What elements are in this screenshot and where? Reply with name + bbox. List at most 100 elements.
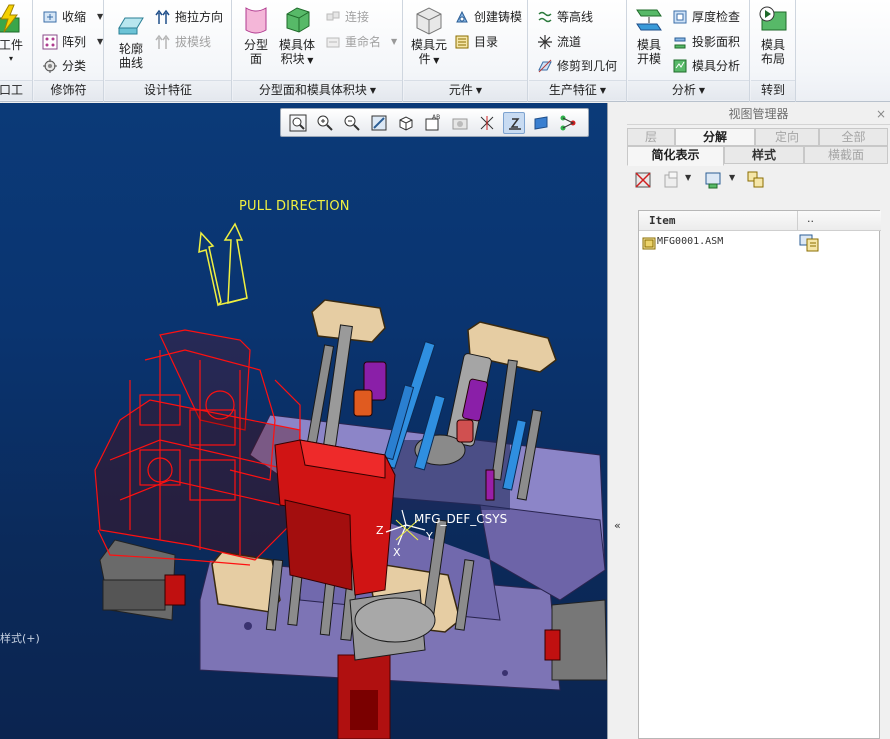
edit-rep-dropdown-icon[interactable]: ▼ [685,173,691,182]
refit-button[interactable] [287,112,309,134]
column-item[interactable]: Item [649,214,676,227]
create-molding-icon [456,10,468,23]
rename-button[interactable]: 重命名 ▼ [325,31,399,53]
tab-simplified-rep[interactable]: 简化表示 [627,146,724,166]
pattern-button[interactable]: 阵列 ▼ [42,31,103,53]
mold-component-button[interactable]: 模具元 件 ▼ [408,4,450,68]
zoom-in-button[interactable] [314,112,336,134]
connect-button[interactable]: 连接 [325,6,399,28]
edit-rep-button[interactable] [661,169,683,191]
ribbon: 工件 ▾ 口工件 收缩 ▼ 阵列 ▼ 分类 修饰符 轮廓 曲线 [0,0,890,116]
catalog-icon [455,35,469,49]
mold-analysis-icon [673,59,687,73]
zoom-out-button[interactable] [341,112,363,134]
mold-slider [274,439,396,596]
rep-list-button[interactable] [745,169,767,191]
rep-properties-dropdown-icon[interactable]: ▼ [729,173,735,182]
annotation-display-button[interactable] [503,112,525,134]
pattern-dropdown-icon[interactable]: ▼ [97,31,103,53]
shrink-button[interactable]: 收缩 ▼ [42,6,103,28]
thickness-check-icon [673,10,687,24]
create-molding-button[interactable]: 创建铸模 [454,6,526,28]
collapse-panel-button[interactable]: « [614,519,621,532]
pull-direction-icon [155,9,170,24]
spin-center-button[interactable] [530,112,552,134]
rename-icon [326,37,340,48]
zoom-in-icon [317,115,333,131]
repaint-button[interactable] [368,112,390,134]
refit-icon [289,114,307,132]
draft-line-icon [155,34,170,49]
model-tree-icon [560,115,576,131]
model-tree-button[interactable] [557,112,579,134]
rep-properties-button[interactable] [703,169,725,191]
tab-orient[interactable]: 定向 [755,128,819,146]
parting-surface-icon [245,7,267,34]
tab-layers[interactable]: 层 [627,128,675,146]
rename-dropdown-icon[interactable]: ▼ [391,31,397,53]
tree-header: Item .. [639,211,881,231]
orientation-button[interactable] [395,112,417,134]
classify-button[interactable]: 分类 [42,55,102,77]
group-components: 模具元 件 ▼ 创建铸模 目录 元件 ▼ [404,0,528,102]
workpiece-button[interactable]: 工件 ▾ [0,4,28,66]
csys-axis-y: Y [425,530,433,543]
draft-line-button[interactable]: 拔模线 [155,31,229,53]
rep-status-icon [799,234,819,252]
mold-opening-icon [636,9,662,31]
view-toolbar: AB [280,108,589,137]
mold-layout-button[interactable]: 模具 布局 [754,4,792,66]
panel-splitter[interactable]: « [607,103,627,739]
group-production-features: 等高线 流道 修剪到几何 生产特征 ▼ [529,0,627,102]
trim-to-geometry-button[interactable]: 修剪到几何 [537,55,625,77]
graphics-viewport[interactable]: Z X Y PULL DIRECTION MFG_DEF_CSYS 样式(+) … [0,103,607,739]
tab-style[interactable]: 样式 [724,146,804,164]
mold-component-icon [416,7,442,35]
mold-analysis-button[interactable]: 模具分析 [672,55,748,77]
thickness-check-button[interactable]: 厚度检查 [672,6,748,28]
column-divider[interactable] [797,211,798,231]
parting-surface-button[interactable]: 分型 面 [238,4,274,66]
mold-core-wireframe [94,329,301,566]
catalog-button[interactable]: 目录 [454,31,526,53]
mold-opening-button[interactable]: 模具 开模 [630,4,668,66]
projected-area-button[interactable]: 投影面积 [672,31,748,53]
column-more[interactable]: .. [807,212,814,225]
group-analysis-label: 分析 ▼ [628,80,749,100]
runner-button[interactable]: 流道 [537,31,625,53]
group-design-features: 轮廓 曲线 拖拉方向 拔模线 设计特征 [105,0,232,102]
group-workpiece: 工件 ▾ 口工件 [0,0,33,116]
contour-curve-button[interactable]: 轮廓 曲线 [111,8,151,70]
saved-views-icon: AB [425,114,440,131]
view-manager-tree[interactable]: Item .. MFG0001.ASM [638,210,881,739]
pattern-icon [42,34,58,50]
saved-views-button[interactable]: AB [422,112,444,134]
close-icon[interactable]: × [876,103,886,125]
shrink-dropdown-icon[interactable]: ▼ [97,6,103,28]
group-goto: 模具 布局 转到 [751,0,796,102]
group-analysis: 模具 开模 厚度检查 投影面积 模具分析 分析 ▼ [628,0,750,102]
mold-volume-button[interactable]: 模具体 积块 ▼ [277,4,317,68]
mold-component-dropdown-icon[interactable]: ▼ [431,56,439,65]
csys-axis-z: Z [376,524,384,537]
csys-axis-x: X [393,546,401,559]
workpiece-label: 工件 [0,38,23,52]
tab-explode[interactable]: 分解 [675,128,755,146]
group-modifiers-label: 修饰符 [34,80,103,100]
classify-icon [43,59,57,73]
mold-volume-dropdown-icon[interactable]: ▼ [305,56,313,65]
view-manager-title: 视图管理器 × [627,103,890,125]
display-style-button[interactable] [449,112,471,134]
datum-display-button[interactable] [476,112,498,134]
new-rep-button[interactable] [633,169,655,191]
tab-all[interactable]: 全部 [819,128,888,146]
pull-direction-button[interactable]: 拖拉方向 [155,6,229,28]
group-goto-label: 转到 [751,80,795,100]
connect-icon [326,11,340,21]
shrink-icon [43,11,57,23]
workpiece-dropdown-icon[interactable]: ▾ [0,52,28,66]
projected-area-icon [674,37,686,49]
tab-cross-section[interactable]: 横截面 [804,146,888,164]
spin-center-icon [534,116,548,130]
contour-button[interactable]: 等高线 [537,6,625,28]
